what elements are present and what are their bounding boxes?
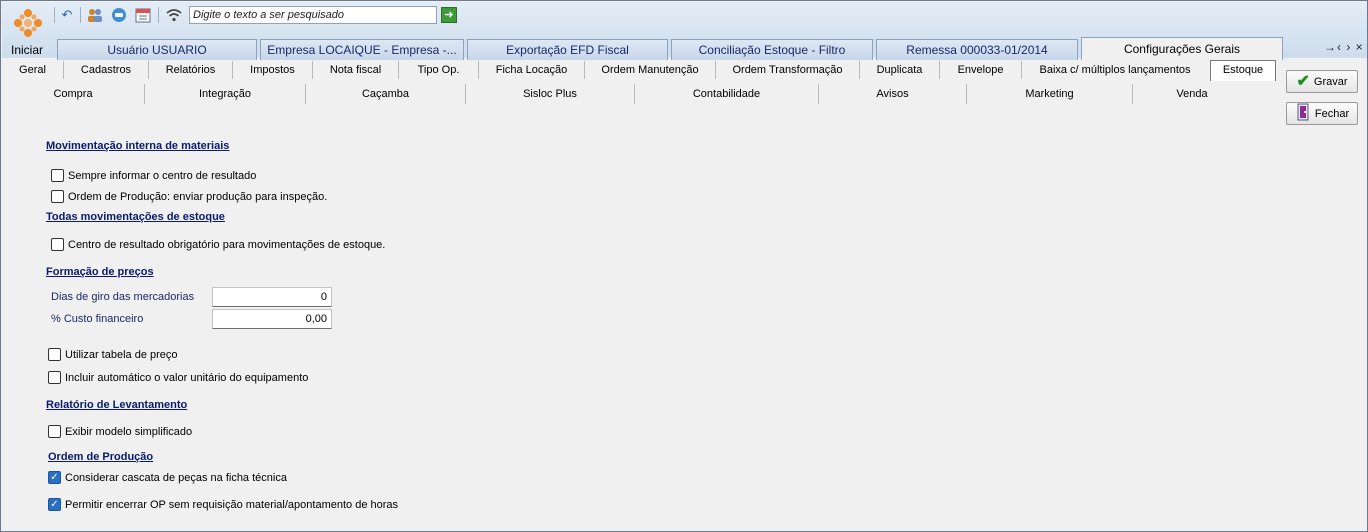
section-title-mov-interna: Movimentação interna de materiais <box>46 140 230 152</box>
checkmark-icon: ✔ <box>1296 72 1310 90</box>
checkbox-incluir-valor-unitario[interactable]: Incluir automático o valor unitário do e… <box>48 371 308 384</box>
subtab-geral[interactable]: Geral <box>2 61 64 79</box>
subtab-nota-fiscal[interactable]: Nota fiscal <box>313 61 399 79</box>
checkbox-box[interactable] <box>48 371 61 384</box>
chat-icon[interactable] <box>110 6 128 24</box>
section-title-producao: Ordem de Produção <box>48 451 154 463</box>
subtab-ficha-locacao[interactable]: Ficha Locação <box>479 61 585 79</box>
checkbox-label: Permitir encerrar OP sem requisição mate… <box>65 498 399 511</box>
subtab-compra[interactable]: Compra <box>2 84 145 104</box>
checkbox-label: Centro de resultado obrigatório para mov… <box>68 238 386 251</box>
checkbox-box[interactable] <box>48 425 61 438</box>
toolbar-separator <box>80 7 81 23</box>
section-title-todas-mov: Todas movimentações de estoque <box>46 211 225 223</box>
checkbox-sempre-informar-centro[interactable]: Sempre informar o centro de resultado <box>51 169 256 182</box>
tab-empresa[interactable]: Empresa LOCAIQUE - Empresa -... <box>260 39 464 60</box>
subtab-cadastros[interactable]: Cadastros <box>64 61 149 79</box>
tab-conciliacao-estoque[interactable]: Conciliação Estoque - Filtro <box>671 39 873 60</box>
toolbar-separator <box>54 7 55 23</box>
tab-configuracoes-gerais[interactable]: Configurações Gerais <box>1081 37 1283 60</box>
subtab-envelope[interactable]: Envelope <box>940 61 1022 79</box>
subtab-integracao[interactable]: Integração <box>145 84 306 104</box>
checkbox-box[interactable] <box>51 169 64 182</box>
search-input[interactable]: Digite o texto a ser pesquisado <box>189 6 437 24</box>
sub-tabs-row2: Compra Integração Caçamba Sisloc Plus Co… <box>2 82 1284 104</box>
subtab-tipo-op[interactable]: Tipo Op. <box>399 61 479 79</box>
subtab-marketing[interactable]: Marketing <box>967 84 1133 104</box>
checkbox-label: Ordem de Produção: enviar produção para … <box>68 190 328 203</box>
checkbox-label: Utilizar tabela de preço <box>65 348 178 361</box>
subtab-impostos[interactable]: Impostos <box>233 61 313 79</box>
calendar-icon[interactable] <box>134 6 152 24</box>
subtab-relatorios[interactable]: Relatórios <box>149 61 233 79</box>
subtab-ordem-transformacao[interactable]: Ordem Transformação <box>716 61 860 79</box>
tab-usuario[interactable]: Usuário USUARIO <box>57 39 257 60</box>
checkbox-box[interactable] <box>48 348 61 361</box>
checkbox-box[interactable] <box>51 190 64 203</box>
tab-remessa[interactable]: Remessa 000033-01/2014 <box>876 39 1078 60</box>
users-icon[interactable] <box>86 6 104 24</box>
subtab-ordem-manutencao[interactable]: Ordem Manutenção <box>585 61 716 79</box>
checkbox-box[interactable] <box>51 238 64 251</box>
dias-giro-field[interactable]: 0 <box>212 287 332 307</box>
checkbox-box-checked[interactable]: ✓ <box>48 471 61 484</box>
checkbox-cascata-pecas[interactable]: ✓ Considerar cascata de peças na ficha t… <box>48 471 287 484</box>
main-window: Iniciar ↶ Digite o texto a ser pesquisad… <box>0 0 1368 532</box>
toolbar-separator <box>158 7 159 23</box>
section-title-precos: Formação de preços <box>46 266 154 278</box>
subtab-contabilidade[interactable]: Contabilidade <box>635 84 819 104</box>
checkbox-box-checked[interactable]: ✓ <box>48 498 61 511</box>
tab-scroll-controls[interactable]: →‹ › × <box>1324 40 1364 54</box>
subtab-cacamba[interactable]: Caçamba <box>306 84 466 104</box>
go-arrow-icon[interactable]: ➜ <box>441 7 457 23</box>
close-label: Fechar <box>1314 107 1350 120</box>
custo-financeiro-label: % Custo financeiro <box>51 313 144 325</box>
subtab-venda[interactable]: Venda <box>1133 84 1251 104</box>
checkbox-label: Incluir automático o valor unitário do e… <box>65 371 309 384</box>
subtab-duplicata[interactable]: Duplicata <box>860 61 940 79</box>
subtab-baixa-multiplos[interactable]: Baixa c/ múltiplos lançamentos <box>1022 61 1208 79</box>
door-exit-icon <box>1295 103 1311 125</box>
checkbox-modelo-simplificado[interactable]: Exibir modelo simplificado <box>48 425 192 438</box>
checkbox-label: Sempre informar o centro de resultado <box>68 169 257 182</box>
dias-giro-label: Dias de giro das mercadorias <box>51 291 195 303</box>
undo-icon[interactable]: ↶ <box>58 6 76 24</box>
start-button[interactable]: Iniciar <box>4 4 50 58</box>
app-logo-icon <box>14 9 42 37</box>
close-button[interactable]: Fechar <box>1286 102 1358 125</box>
checkbox-label: Exibir modelo simplificado <box>65 425 193 438</box>
subtab-avisos[interactable]: Avisos <box>819 84 967 104</box>
save-label: Gravar <box>1313 75 1348 88</box>
checkbox-ordem-producao-inspecao[interactable]: Ordem de Produção: enviar produção para … <box>51 190 327 203</box>
tab-exportacao-efd[interactable]: Exportação EFD Fiscal <box>467 39 668 60</box>
section-title-levantamento: Relatório de Levantamento <box>46 399 188 411</box>
subtab-estoque[interactable]: Estoque <box>1210 60 1276 81</box>
save-button[interactable]: ✔ Gravar <box>1286 70 1358 93</box>
start-label: Iniciar <box>10 43 43 57</box>
checkbox-utilizar-tabela-preco[interactable]: Utilizar tabela de preço <box>48 348 178 361</box>
checkbox-centro-obrigatorio[interactable]: Centro de resultado obrigatório para mov… <box>51 238 385 251</box>
subtab-sisloc-plus[interactable]: Sisloc Plus <box>466 84 635 104</box>
sub-tabs-row1: Geral Cadastros Relatórios Impostos Nota… <box>2 59 1284 81</box>
checkbox-encerrar-op[interactable]: ✓ Permitir encerrar OP sem requisição ma… <box>48 498 398 511</box>
wifi-icon[interactable] <box>165 6 183 24</box>
checkbox-label: Considerar cascata de peças na ficha téc… <box>65 471 287 484</box>
top-toolbar: Iniciar ↶ Digite o texto a ser pesquisad… <box>2 2 1367 60</box>
custo-financeiro-field[interactable]: 0,00 <box>212 309 332 329</box>
